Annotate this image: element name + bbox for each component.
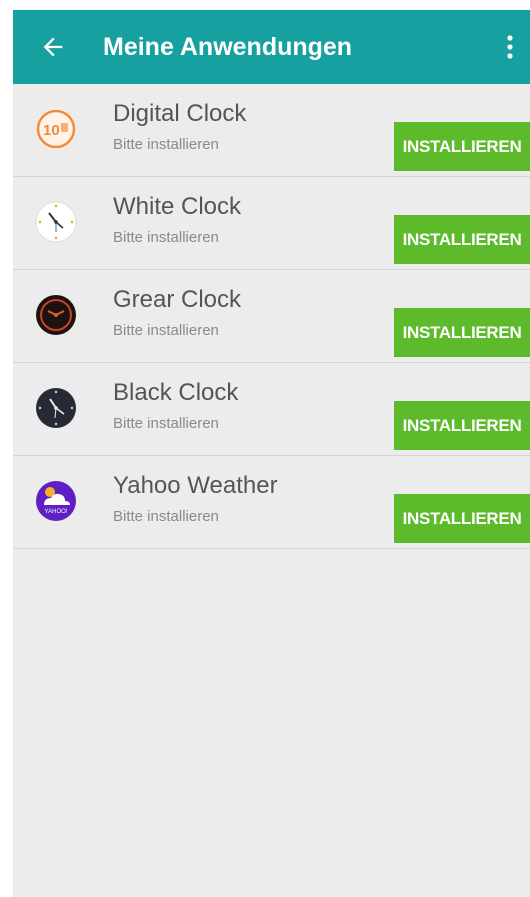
app-screen: Meine Anwendungen 10 Digital Clock Bitte… [13,10,530,897]
app-name: Black Clock [113,379,239,406]
gear-clock-icon [35,294,77,336]
more-options-button[interactable] [490,10,530,84]
list-item: YAHOO! Yahoo Weather Bitte installieren … [13,456,530,549]
white-clock-icon [35,201,77,243]
install-button[interactable]: INSTALLIEREN [394,308,530,357]
app-status: Bitte installieren [113,229,219,246]
app-name: Yahoo Weather [113,472,278,499]
install-button[interactable]: INSTALLIEREN [394,215,530,264]
app-status: Bitte installieren [113,322,219,339]
install-button[interactable]: INSTALLIEREN [394,494,530,543]
back-button[interactable] [13,10,93,84]
install-button[interactable]: INSTALLIEREN [394,401,530,450]
more-vertical-icon [507,35,513,59]
yahoo-weather-icon: YAHOO! [35,480,77,522]
digital-clock-icon: 10 [35,108,77,150]
app-status: Bitte installieren [113,136,219,153]
app-list: 10 Digital Clock Bitte installieren INST… [13,84,530,549]
arrow-left-icon [43,37,63,57]
page-title: Meine Anwendungen [103,32,353,61]
list-item: Grear Clock Bitte installieren INSTALLIE… [13,270,530,363]
list-item: White Clock Bitte installieren INSTALLIE… [13,177,530,270]
app-name: White Clock [113,193,242,220]
app-bar: Meine Anwendungen [13,10,530,84]
yahoo-weather-icon-text: YAHOO! [45,509,68,515]
app-name: Digital Clock [113,100,247,127]
list-item: Black Clock Bitte installieren INSTALLIE… [13,363,530,456]
app-name: Grear Clock [113,286,242,313]
black-clock-icon [35,387,77,429]
list-item: 10 Digital Clock Bitte installieren INST… [13,84,530,177]
app-status: Bitte installieren [113,415,219,432]
app-status: Bitte installieren [113,508,219,525]
digital-clock-icon-text: 10 [43,122,60,139]
install-button[interactable]: INSTALLIEREN [394,122,530,171]
